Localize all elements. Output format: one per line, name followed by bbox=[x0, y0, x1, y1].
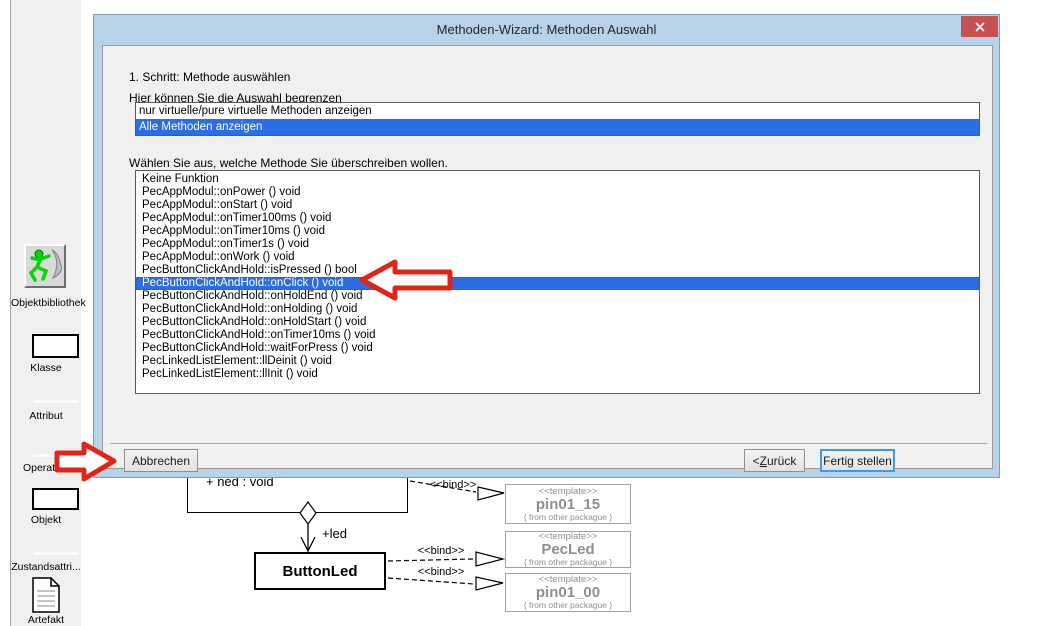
method-list-item[interactable]: PecButtonClickAndHold::onHolding () void bbox=[136, 303, 979, 316]
bind-stereotype-label: <<bind>> bbox=[411, 566, 471, 578]
tool-label: Klasse bbox=[11, 362, 81, 374]
method-select-label: Wählen Sie aus, welche Methode Sie übers… bbox=[129, 156, 448, 170]
method-list-item[interactable]: PecAppModul::onTimer10ms () void bbox=[136, 225, 979, 238]
method-list-item[interactable]: PecAppModul::onTimer1s () void bbox=[136, 238, 979, 251]
tool-label: Operation bbox=[11, 462, 81, 474]
method-list-item[interactable]: PecLinkedListElement::llDeinit () void bbox=[136, 355, 979, 368]
class-name-label: ButtonLed bbox=[283, 563, 358, 580]
back-button-rest: urück bbox=[767, 454, 796, 468]
method-list-item[interactable]: PecButtonClickAndHold::waitForPress () v… bbox=[136, 342, 979, 355]
tool-label: Objekt bbox=[11, 514, 81, 526]
bind-stereotype-label: <<bind>> bbox=[423, 479, 483, 491]
method-list-item[interactable]: PecButtonClickAndHold::onHoldStart () vo… bbox=[136, 316, 979, 329]
open-arrowhead-icon bbox=[301, 537, 315, 551]
close-icon bbox=[975, 22, 985, 32]
method-list-item[interactable]: PecAppModul::onTimer100ms () void bbox=[136, 212, 979, 225]
finish-button[interactable]: Fertig stellen bbox=[820, 449, 895, 472]
method-list-item[interactable]: PecButtonClickAndHold::onHoldEnd () void bbox=[136, 290, 979, 303]
tool-klasse[interactable] bbox=[32, 334, 79, 358]
step-label: 1. Schritt: Methode auswählen bbox=[129, 70, 290, 84]
method-list-item[interactable]: PecAppModul::onStart () void bbox=[136, 199, 979, 212]
method-list-item[interactable]: PecAppModul::onWork () void bbox=[136, 251, 979, 264]
method-list-item[interactable]: PecButtonClickAndHold::isPressed () bool bbox=[136, 264, 979, 277]
tool-artefakt[interactable] bbox=[31, 577, 61, 613]
template-name: pin01_00 bbox=[536, 585, 600, 600]
stereotype-label: <<template>> bbox=[539, 486, 598, 497]
method-listbox: Keine Funktion PecAppModul::onPower () v… bbox=[135, 170, 980, 394]
template-box-pin01-00[interactable]: <<template>> pin01_00 { from other packa… bbox=[505, 573, 631, 612]
tool-objektbibliothek[interactable] bbox=[24, 244, 66, 288]
bind-connector bbox=[388, 559, 474, 561]
tool-label: Artefakt bbox=[11, 614, 81, 626]
filter-option[interactable]: nur virtuelle/pure virtuelle Methoden an… bbox=[136, 103, 979, 119]
runner-icon bbox=[26, 246, 64, 286]
bind-connector bbox=[388, 578, 474, 584]
filter-option[interactable]: Alle Methoden anzeigen bbox=[136, 119, 979, 135]
back-button[interactable]: < Zurück bbox=[744, 449, 805, 472]
method-list-item[interactable]: PecButtonClickAndHold::onTimer10ms () vo… bbox=[136, 329, 979, 342]
class-box-buttonled[interactable]: ButtonLed bbox=[254, 552, 386, 590]
tool-objekt[interactable] bbox=[32, 488, 79, 510]
filter-listbox: nur virtuelle/pure virtuelle Methoden an… bbox=[135, 102, 980, 136]
tool-label: Objektbibliothek bbox=[11, 297, 81, 309]
cancel-button[interactable]: Abbrechen bbox=[124, 449, 198, 472]
template-name: PecLed bbox=[541, 542, 594, 557]
toolbox: Objektbibliothek Klasse Attribut Operati… bbox=[10, 0, 81, 626]
dialog-title: Methoden-Wizard: Methoden Auswahl bbox=[437, 22, 657, 37]
close-button[interactable] bbox=[961, 16, 998, 37]
template-box-pecled[interactable]: <<template>> PecLed { from other packagu… bbox=[505, 531, 631, 568]
tool-operation[interactable] bbox=[33, 454, 79, 457]
template-note: { from other packague } bbox=[524, 557, 612, 568]
method-list-item[interactable]: PecLinkedListElement::llInit () void bbox=[136, 368, 979, 381]
dialog-content-panel: 1. Schritt: Methode auswählen Hier könne… bbox=[102, 45, 993, 469]
back-button-accelerator: Z bbox=[760, 454, 767, 468]
method-list-item[interactable]: Keine Funktion bbox=[136, 173, 979, 186]
template-note: { from other packague } bbox=[524, 512, 612, 523]
template-box-pin01-15[interactable]: <<template>> pin01_15 { from other packa… bbox=[505, 484, 631, 524]
back-button-prefix: < bbox=[753, 454, 760, 468]
method-list-item[interactable]: PecAppModul::onPower () void bbox=[136, 186, 979, 199]
template-name: pin01_15 bbox=[536, 497, 600, 512]
tool-zustandsattribut[interactable] bbox=[33, 552, 79, 555]
triangle-arrowhead-icon bbox=[476, 552, 503, 566]
method-wizard-dialog: Methoden-Wizard: Methoden Auswahl 1. Sch… bbox=[93, 14, 1000, 478]
dialog-titlebar[interactable]: Methoden-Wizard: Methoden Auswahl bbox=[94, 15, 999, 45]
bind-stereotype-label: <<bind>> bbox=[411, 545, 471, 557]
tool-attribut[interactable] bbox=[33, 400, 79, 403]
tool-label: Zustandsattri... bbox=[11, 561, 81, 573]
template-note: { from other packague } bbox=[524, 600, 612, 611]
triangle-arrowhead-icon bbox=[476, 577, 503, 590]
screen: + ned : void +led ButtonLed <<template>>… bbox=[0, 0, 1060, 626]
association-label: +led bbox=[322, 526, 347, 541]
tool-label: Attribut bbox=[11, 410, 81, 422]
method-list-item[interactable]: PecButtonClickAndHold::onClick () void bbox=[136, 277, 979, 290]
separator bbox=[110, 443, 987, 444]
